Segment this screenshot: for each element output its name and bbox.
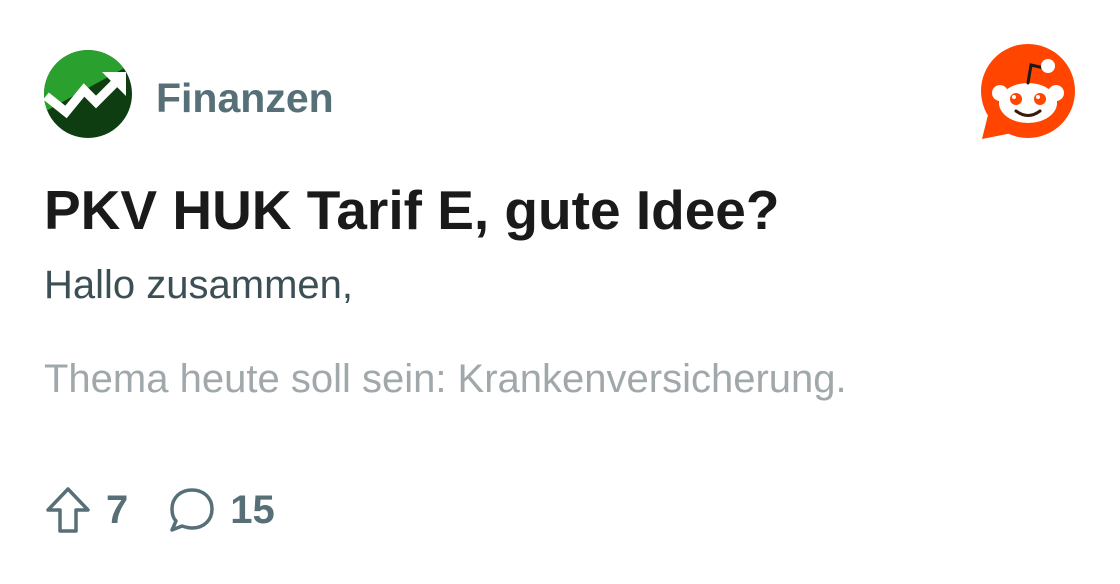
post-preview-card[interactable]: Finanzen PKV HUK Tarif E, gute Idee? Hal… <box>0 0 1120 584</box>
post-stats: 7 15 <box>44 484 275 536</box>
comment-bubble-icon[interactable] <box>168 486 216 534</box>
post-body-text-faded: Thema heute soll sein: Krankenversicheru… <box>44 357 847 401</box>
subreddit-name[interactable]: Finanzen <box>156 74 334 122</box>
comment-count: 15 <box>230 488 275 532</box>
post-body-text: Hallo zusammen, <box>44 263 354 307</box>
trend-up-icon[interactable] <box>43 50 132 138</box>
reddit-logo-icon <box>978 43 1078 141</box>
upvote-arrow-icon[interactable] <box>44 486 92 534</box>
upvote-count: 7 <box>106 488 129 532</box>
post-title[interactable]: PKV HUK Tarif E, gute Idee? <box>44 178 779 242</box>
